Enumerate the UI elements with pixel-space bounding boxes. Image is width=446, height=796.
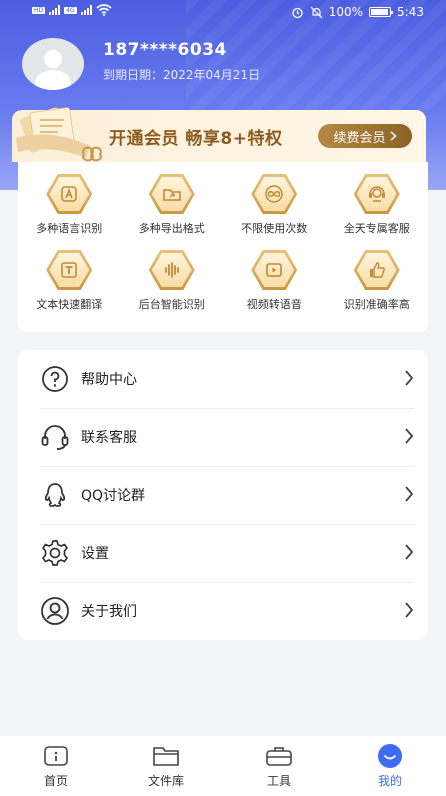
audio-wave-icon bbox=[164, 262, 179, 278]
chevron-right-icon bbox=[405, 486, 414, 502]
status-left: HD 4G bbox=[32, 4, 112, 16]
status-right: 100% 5:43 bbox=[291, 5, 424, 19]
network-tag-hd: HD bbox=[32, 6, 46, 14]
help-icon bbox=[40, 365, 70, 393]
chevron-right-icon bbox=[405, 370, 414, 386]
tab-home[interactable]: 首页 bbox=[21, 744, 91, 789]
alarm-icon bbox=[292, 7, 303, 18]
qq-icon bbox=[40, 481, 70, 509]
renew-vip-label: 续费会员 bbox=[333, 130, 386, 146]
feature-label: 不限使用次数 bbox=[241, 222, 308, 235]
headset-icon bbox=[40, 423, 70, 451]
wifi-icon bbox=[96, 4, 112, 16]
menu-item-about-us[interactable]: 关于我们 bbox=[18, 582, 428, 640]
video-play-icon bbox=[266, 263, 283, 277]
tab-label: 首页 bbox=[43, 774, 68, 788]
feature-label: 文本快速翻译 bbox=[36, 298, 103, 311]
chevron-right-icon bbox=[405, 428, 414, 444]
profile-icon bbox=[376, 744, 404, 768]
renew-vip-button[interactable]: 续费会员 bbox=[318, 124, 412, 148]
clock: 5:43 bbox=[397, 5, 424, 19]
menu-label: 设置 bbox=[81, 546, 109, 562]
feature-label: 全天专属客服 bbox=[343, 222, 410, 235]
signal-icon bbox=[49, 5, 61, 15]
feature-label: 视频转语音 bbox=[246, 298, 302, 311]
bottom-tab-bar: 首页 文件库 工具 我的 bbox=[0, 736, 446, 796]
menu-item-contact-support[interactable]: 联系客服 bbox=[18, 408, 428, 466]
mute-icon bbox=[310, 6, 323, 18]
menu-item-settings[interactable]: 设置 bbox=[18, 524, 428, 582]
support-agent-icon bbox=[368, 186, 385, 202]
tab-file-library[interactable]: 文件库 bbox=[131, 744, 201, 789]
battery-icon bbox=[369, 7, 394, 17]
tab-tools[interactable]: 工具 bbox=[244, 744, 314, 789]
feature-item: 文本快速翻译 bbox=[18, 250, 121, 312]
settings-menu: 帮助中心 联系客服 QQ讨论群 设置 关于我们 bbox=[18, 350, 428, 640]
language-icon bbox=[61, 186, 78, 202]
tab-mine[interactable]: 我的 bbox=[355, 744, 425, 789]
avatar[interactable] bbox=[22, 38, 84, 90]
feature-item: 多种语言识别 bbox=[18, 174, 121, 236]
feature-label: 多种语言识别 bbox=[36, 222, 103, 235]
feature-item: 不限使用次数 bbox=[223, 174, 326, 236]
thumbs-up-icon bbox=[369, 262, 385, 278]
network-tag-4g: 4G bbox=[64, 6, 77, 14]
chevron-right-icon bbox=[390, 131, 397, 141]
menu-item-qq-group[interactable]: QQ讨论群 bbox=[18, 466, 428, 524]
vip-documents-illustration bbox=[16, 107, 102, 162]
folder-icon bbox=[152, 744, 180, 768]
tab-label: 文件库 bbox=[147, 774, 184, 788]
home-icon bbox=[42, 744, 70, 768]
tab-label: 工具 bbox=[266, 774, 291, 788]
menu-item-help-center[interactable]: 帮助中心 bbox=[18, 350, 428, 408]
signal-icon-2 bbox=[80, 5, 92, 15]
gear-icon bbox=[40, 539, 70, 567]
feature-label: 后台智能识别 bbox=[138, 298, 205, 311]
chevron-right-icon bbox=[405, 602, 414, 618]
feature-item: 全天专属客服 bbox=[326, 174, 429, 236]
feature-item: 后台智能识别 bbox=[121, 250, 224, 312]
menu-label: 联系客服 bbox=[81, 430, 137, 446]
user-circle-icon bbox=[40, 597, 70, 625]
battery-percent: 100% bbox=[328, 5, 364, 19]
feature-item: 多种导出格式 bbox=[121, 174, 224, 236]
chevron-right-icon bbox=[405, 544, 414, 560]
tab-label: 我的 bbox=[377, 774, 402, 788]
menu-label: 帮助中心 bbox=[81, 372, 137, 388]
text-t-icon bbox=[61, 262, 78, 278]
feature-label: 识别准确率高 bbox=[343, 298, 410, 311]
infinity-icon bbox=[265, 185, 283, 203]
vip-promo-text: 开通会员 畅享8+特权 bbox=[109, 129, 283, 149]
menu-label: QQ讨论群 bbox=[81, 488, 146, 504]
feature-item: 识别准确率高 bbox=[326, 250, 429, 312]
feature-item: 视频转语音 bbox=[223, 250, 326, 312]
menu-label: 关于我们 bbox=[81, 604, 137, 620]
vip-features-panel: 多种语言识别 多种导出格式 不限使用次数 全天专属客服 文本快速翻译 后台智能识… bbox=[18, 162, 428, 332]
expiry-date: 到期日期：2022年04月21日 bbox=[103, 68, 261, 82]
toolbox-icon bbox=[265, 744, 293, 768]
vip-banner[interactable]: 开通会员 畅享8+特权 续费会员 bbox=[12, 107, 426, 162]
user-phone: 187****6034 bbox=[103, 40, 227, 60]
export-folder-icon bbox=[162, 189, 181, 201]
feature-label: 多种导出格式 bbox=[138, 222, 205, 235]
status-bar: HD 4G 100% 5:43 bbox=[0, 0, 446, 26]
